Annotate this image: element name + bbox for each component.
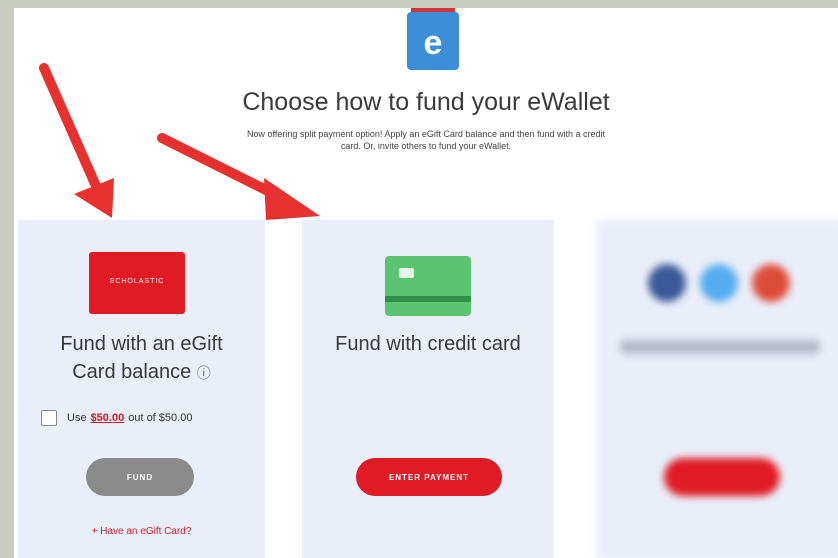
credit-card-option: Fund with credit card ENTER PAYMENT: [302, 220, 554, 558]
card-stripe: [385, 296, 471, 302]
svg-text:e: e: [424, 24, 443, 62]
invite-others-option: [596, 220, 838, 558]
ewallet-fund-page: e Choose how to fund your eWallet Now of…: [14, 8, 838, 558]
fund-button[interactable]: FUND: [86, 458, 194, 496]
credit-card-heading: Fund with credit card: [335, 333, 521, 355]
egift-heading-line2: Card balance: [72, 361, 192, 383]
info-icon[interactable]: ⓘ: [197, 365, 211, 381]
have-egift-card-link[interactable]: + Have an eGift Card?: [18, 526, 265, 537]
use-label: Use: [67, 412, 87, 424]
egift-card-heading: Fund with an eGift Card balance ⓘ: [18, 330, 265, 387]
use-balance-row: Use $50.00 out of $50.00: [41, 410, 192, 426]
egift-card-image: SCHOLASTIC: [89, 252, 185, 314]
page-subtitle: Now offering split payment option! Apply…: [246, 129, 606, 151]
twitter-icon[interactable]: [700, 264, 738, 302]
facebook-icon[interactable]: [648, 264, 686, 302]
credit-card-icon: [385, 256, 471, 316]
egift-heading-line1: Fund with an eGift: [60, 333, 223, 355]
use-amount-link[interactable]: $50.00: [91, 412, 125, 424]
card-chip: [399, 268, 414, 278]
invite-button[interactable]: [664, 458, 780, 496]
email-icon[interactable]: [752, 264, 790, 302]
enter-payment-button[interactable]: ENTER PAYMENT: [356, 458, 502, 496]
page-title: Choose how to fund your eWallet: [242, 88, 610, 116]
ewallet-logo-icon: e: [407, 8, 459, 70]
egift-card-option: SCHOLASTIC Fund with an eGift Card balan…: [18, 220, 265, 558]
use-balance-checkbox[interactable]: [41, 410, 57, 426]
use-balance-total: out of $50.00: [128, 412, 193, 424]
invite-heading-blurred: [620, 340, 820, 354]
egift-card-brand-text: SCHOLASTIC: [109, 278, 165, 285]
